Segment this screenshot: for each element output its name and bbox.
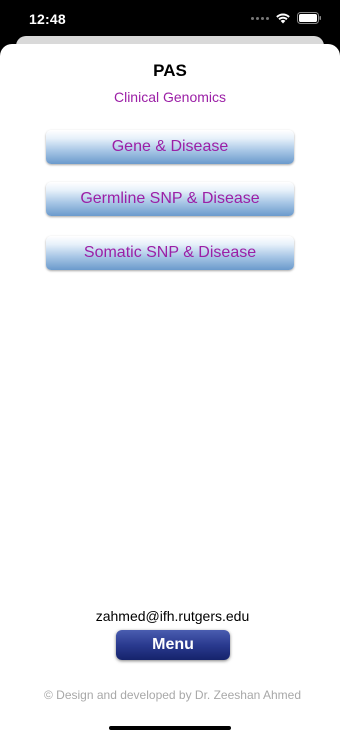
battery-icon: [297, 12, 322, 24]
modal-sheet: PAS Clinical Genomics Gene & Disease Ger…: [0, 44, 340, 736]
status-time: 12:48: [29, 11, 66, 27]
contact-email[interactable]: zahmed@ifh.rutgers.edu: [0, 608, 340, 624]
home-indicator[interactable]: [109, 726, 231, 730]
status-bar: 12:48: [0, 0, 340, 40]
copyright-text: © Design and developed by Dr. Zeeshan Ah…: [43, 688, 301, 702]
gene-disease-button[interactable]: Gene & Disease: [46, 130, 294, 164]
menu-button[interactable]: Menu: [116, 630, 230, 660]
wifi-icon: [275, 12, 291, 24]
app-subtitle: Clinical Genomics: [113, 89, 227, 105]
somatic-snp-disease-button[interactable]: Somatic SNP & Disease: [46, 236, 294, 270]
status-icons: [251, 12, 322, 24]
app-title: PAS: [153, 61, 187, 80]
germline-snp-disease-button[interactable]: Germline SNP & Disease: [46, 182, 294, 216]
signal-dots-icon: [251, 16, 269, 20]
